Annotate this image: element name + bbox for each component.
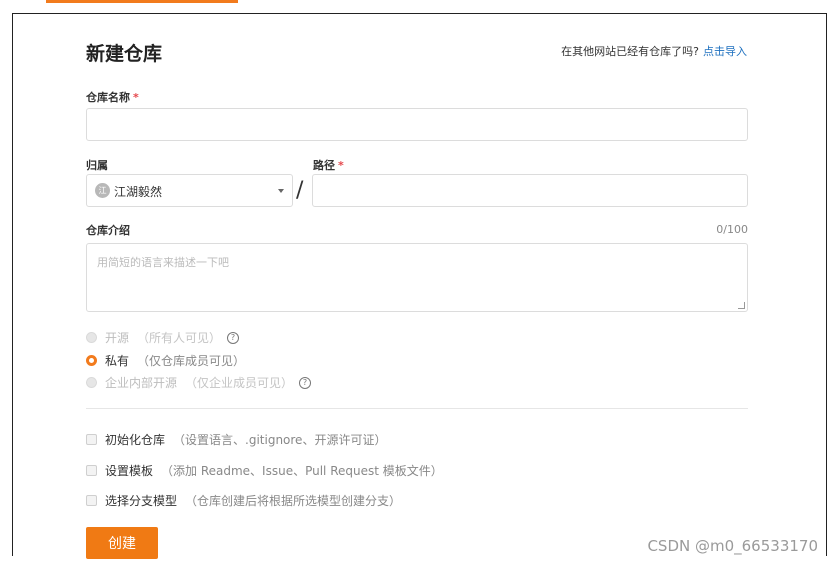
required-marker: * (338, 159, 344, 172)
path-input[interactable] (312, 174, 748, 207)
option-label: 设置模板 (105, 464, 154, 478)
help-circle-icon[interactable]: ? (299, 376, 312, 389)
visibility-option-enterprise[interactable]: 企业内部开源 （仅企业成员可见） ? (86, 374, 312, 391)
avatar: 江 (95, 183, 110, 198)
import-prompt-text: 在其他网站已经有仓库了吗? (561, 45, 699, 58)
option-set-template[interactable]: 设置模板 （添加 Readme、Issue、Pull Request 模板文件） (86, 462, 443, 479)
option-label: 选择分支模型 (105, 494, 178, 508)
radio-button[interactable] (86, 377, 97, 388)
page-title: 新建仓库 (86, 43, 163, 65)
checkbox[interactable] (86, 465, 97, 476)
visibility-option-private[interactable]: 私有 （仅仓库成员可见） (86, 352, 245, 369)
description-textarea[interactable]: 用简短的语言来描述一下吧 (86, 243, 748, 312)
owner-label: 归属 (86, 159, 108, 172)
checkbox[interactable] (86, 434, 97, 445)
visibility-option-open-source[interactable]: 开源 （所有人可见） ? (86, 329, 240, 346)
help-circle-icon[interactable]: ? (227, 331, 240, 344)
visibility-desc: （仅企业成员可见） (185, 376, 294, 390)
path-separator: / (296, 178, 304, 203)
owner-select[interactable]: 江 江湖毅然 (86, 174, 293, 207)
repo-name-input[interactable] (86, 108, 748, 141)
top-accent-strip (46, 0, 238, 3)
path-label-text: 路径 (313, 159, 335, 172)
resize-handle-icon[interactable] (738, 302, 745, 309)
visibility-desc: （仅仓库成员可见） (137, 354, 246, 368)
visibility-desc: （所有人可见） (137, 331, 222, 345)
watermark: CSDN @m0_66533170 (647, 537, 818, 555)
repo-name-label-text: 仓库名称 (86, 91, 130, 104)
description-placeholder: 用简短的语言来描述一下吧 (97, 256, 229, 269)
visibility-label: 企业内部开源 (105, 376, 178, 390)
chevron-down-icon (278, 189, 284, 193)
section-divider (86, 408, 748, 409)
option-desc: （仓库创建后将根据所选模型创建分支） (185, 494, 402, 508)
create-button[interactable]: 创建 (86, 527, 158, 559)
repo-name-label: 仓库名称 * (86, 89, 139, 105)
description-char-counter: 0/100 (716, 223, 748, 236)
radio-button[interactable] (86, 332, 97, 343)
visibility-label: 私有 (105, 354, 130, 368)
option-desc: （设置语言、.gitignore、开源许可证） (173, 433, 387, 447)
option-desc: （添加 Readme、Issue、Pull Request 模板文件） (161, 464, 443, 478)
description-label: 仓库介绍 (86, 224, 130, 237)
path-label: 路径 * (313, 157, 344, 173)
radio-button[interactable] (86, 355, 97, 366)
option-init-repo[interactable]: 初始化仓库 （设置语言、.gitignore、开源许可证） (86, 431, 386, 448)
option-label: 初始化仓库 (105, 433, 166, 447)
required-marker: * (133, 91, 139, 104)
owner-selected-value: 江湖毅然 (114, 185, 163, 199)
visibility-label: 开源 (105, 331, 130, 345)
import-link[interactable]: 点击导入 (703, 45, 747, 58)
option-branch-model[interactable]: 选择分支模型 （仓库创建后将根据所选模型创建分支） (86, 492, 401, 509)
checkbox[interactable] (86, 495, 97, 506)
import-prompt: 在其他网站已经有仓库了吗? 点击导入 (561, 43, 747, 59)
